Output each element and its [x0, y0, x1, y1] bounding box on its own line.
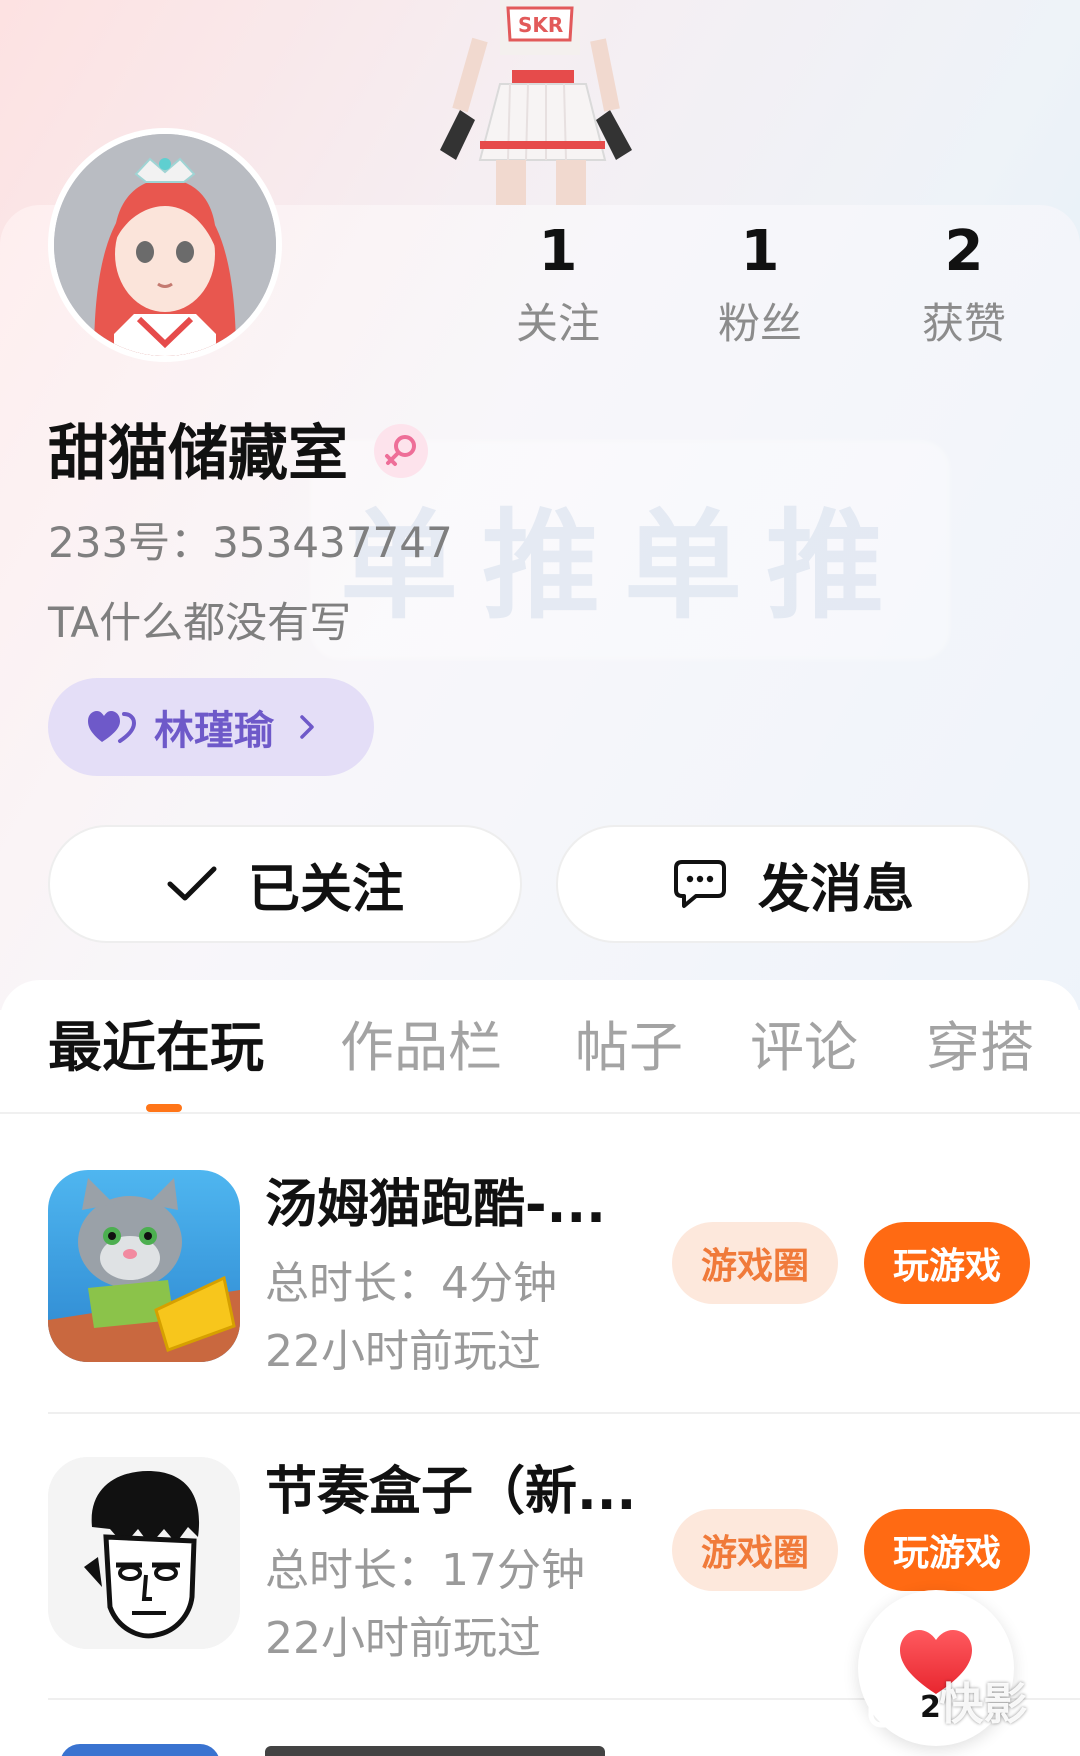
game-icon-partial — [60, 1744, 220, 1756]
brand-name: 快影 — [939, 1679, 1028, 1730]
active-tab-indicator — [146, 1104, 182, 1112]
play-game-button[interactable]: 玩游戏 — [864, 1509, 1030, 1591]
character-banner-image: SKR — [440, 0, 632, 205]
svg-text:SKR: SKR — [518, 13, 563, 37]
game-title: 汤姆猫跑酷-... — [265, 1175, 606, 1235]
send-message-button[interactable]: 发消息 — [556, 825, 1030, 943]
game-title: 节奏盒子（新... — [265, 1462, 637, 1522]
stat-followers-value: 1 — [740, 219, 780, 284]
tab-works[interactable]: 作品栏 — [340, 1012, 502, 1084]
user-id: 233号：353437747 — [48, 518, 453, 567]
send-message-label: 发消息 — [757, 859, 914, 920]
username: 甜猫储藏室 — [48, 419, 348, 489]
tab-outfits[interactable]: 穿搭 — [926, 1012, 1034, 1084]
stat-followers-label: 粉丝 — [717, 299, 802, 348]
stats-bar: 1 关注 1 粉丝 2 获赞 — [0, 220, 1080, 370]
game-icon — [48, 1457, 240, 1649]
game-item[interactable]: 汤姆猫跑酷-... 总时长：4分钟 22小时前玩过 游戏圈 玩游戏 — [0, 1170, 1080, 1400]
game-title-partial — [265, 1746, 605, 1756]
stat-following-label: 关注 — [515, 299, 600, 348]
game-duration: 总时长：4分钟 — [265, 1258, 557, 1309]
cp-name: 林瑾瑜 — [154, 708, 274, 754]
profile-page: SKR 单推单推 1 关注 1 粉丝 2 获赞 甜猫储藏室 233号：35343… — [0, 0, 1080, 1756]
game-circle-button[interactable]: 游戏圈 — [672, 1222, 838, 1304]
stat-following[interactable]: 1 关注 — [488, 220, 628, 354]
cp-tag[interactable]: 林瑾瑜 — [48, 678, 374, 776]
game-circle-button[interactable]: 游戏圈 — [672, 1509, 838, 1591]
chevron-right-icon — [300, 715, 314, 739]
tab-divider — [0, 1112, 1080, 1114]
play-game-button[interactable]: 玩游戏 — [864, 1222, 1030, 1304]
stat-likes-label: 获赞 — [921, 299, 1006, 348]
checkmark-icon — [167, 866, 217, 901]
followed-button-label: 已关注 — [247, 859, 404, 920]
female-icon — [374, 424, 428, 478]
stat-likes[interactable]: 2 获赞 — [894, 220, 1034, 354]
game-duration: 总时长：17分钟 — [265, 1545, 585, 1596]
game-last-played: 22小时前玩过 — [265, 1613, 541, 1664]
chat-bubble-icon — [673, 860, 726, 908]
brand-watermark: 快影 — [868, 1668, 1027, 1732]
stat-followers[interactable]: 1 粉丝 — [690, 220, 830, 354]
user-bio: TA什么都没有写 — [48, 598, 352, 647]
game-icon — [48, 1170, 240, 1362]
camera-logo-icon — [868, 1686, 921, 1728]
row-divider — [48, 1412, 1080, 1414]
stat-likes-value: 2 — [944, 219, 984, 284]
tab-recent-played[interactable]: 最近在玩 — [48, 1012, 264, 1084]
tab-posts[interactable]: 帖子 — [575, 1012, 683, 1084]
game-last-played: 22小时前玩过 — [265, 1326, 541, 1377]
tab-comments[interactable]: 评论 — [750, 1012, 858, 1084]
followed-button[interactable]: 已关注 — [48, 825, 522, 943]
stat-following-value: 1 — [538, 219, 578, 284]
double-heart-icon — [88, 711, 136, 743]
